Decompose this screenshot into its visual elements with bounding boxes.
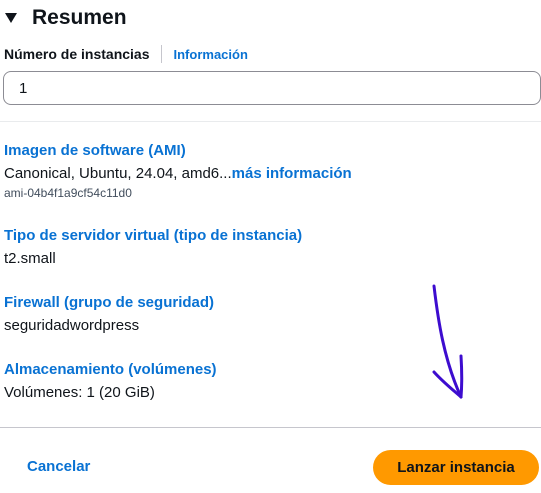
firewall-title-link[interactable]: Firewall (grupo de seguridad) [4, 294, 214, 312]
firewall-section: Firewall (grupo de seguridad) seguridadw… [4, 294, 214, 336]
ami-description-text: Canonical, Ubuntu, 24.04, amd6... [4, 165, 232, 182]
cancel-button[interactable]: Cancelar [27, 458, 90, 475]
ami-description: Canonical, Ubuntu, 24.04, amd6...más inf… [4, 164, 352, 184]
instances-count-input[interactable] [3, 71, 541, 105]
storage-title-link[interactable]: Almacenamiento (volúmenes) [4, 361, 217, 379]
instances-count-row: Número de instancias Información [4, 44, 248, 64]
firewall-value: seguridadwordpress [4, 317, 140, 334]
launch-instance-button[interactable]: Lanzar instancia [373, 450, 539, 485]
ami-section: Imagen de software (AMI) Canonical, Ubun… [4, 142, 352, 201]
caret-down-icon[interactable] [4, 11, 18, 25]
storage-section: Almacenamiento (volúmenes) Volúmenes: 1 … [4, 361, 217, 403]
storage-value: Volúmenes: 1 (20 GiB) [4, 384, 155, 401]
footer-divider [0, 427, 541, 428]
instance-type-value: t2.small [4, 250, 56, 267]
instance-type-section: Tipo de servidor virtual (tipo de instan… [4, 227, 302, 269]
handdrawn-arrow-annotation [432, 284, 464, 399]
ami-id: ami-04b4f1a9cf54c11d0 [4, 186, 132, 200]
section-divider [0, 121, 541, 122]
instance-type-title-link[interactable]: Tipo de servidor virtual (tipo de instan… [4, 227, 302, 245]
summary-header[interactable]: Resumen [4, 4, 127, 32]
summary-title: Resumen [32, 6, 127, 29]
ami-title-link[interactable]: Imagen de software (AMI) [4, 142, 352, 160]
info-link[interactable]: Información [174, 47, 248, 62]
label-divider [160, 45, 162, 63]
instances-count-label: Número de instancias [4, 46, 150, 62]
more-info-link[interactable]: más información [232, 165, 352, 182]
